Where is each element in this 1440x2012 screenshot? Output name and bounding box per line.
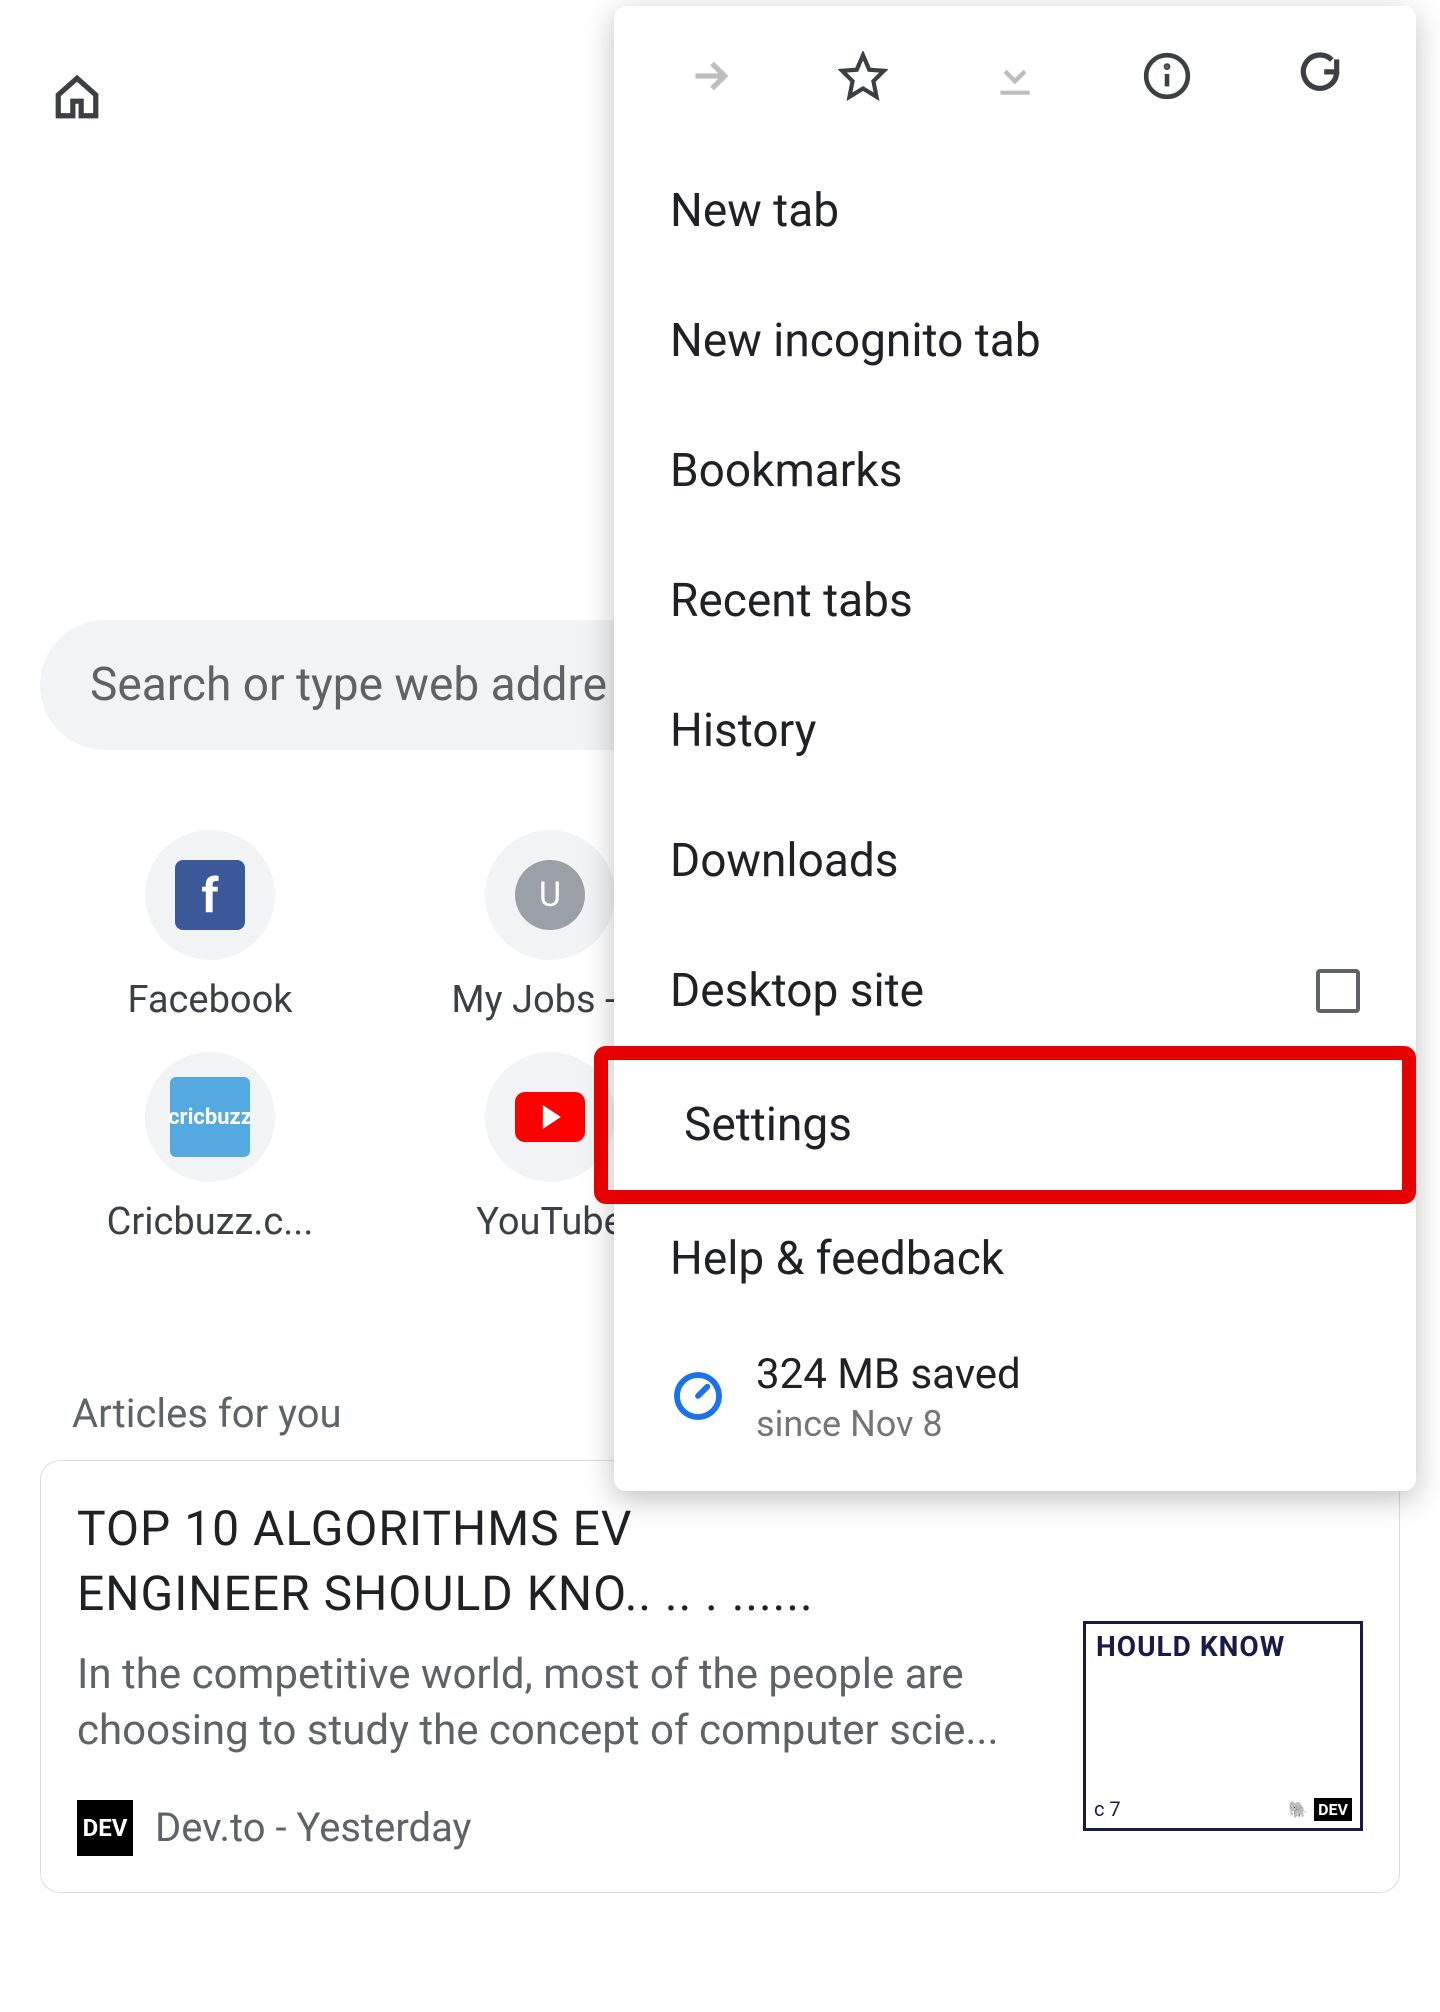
data-saver-icon xyxy=(670,1368,726,1428)
article-thumbnail: HOULD KNOW c 7 🐘 DEV xyxy=(1083,1621,1363,1831)
download-icon xyxy=(990,51,1040,101)
shortcut-label: Cricbuzz.c... xyxy=(107,1200,314,1244)
shortcut-label: Facebook xyxy=(127,978,292,1022)
cricbuzz-icon: cricbuzz xyxy=(145,1052,275,1182)
article-description: In the competitive world, most of the pe… xyxy=(77,1647,1017,1760)
forward-icon xyxy=(685,51,735,101)
data-saved-row[interactable]: 324 MB saved since Nov 8 xyxy=(614,1324,1416,1471)
desktop-site-checkbox[interactable] xyxy=(1316,969,1360,1013)
shortcut-label: YouTube xyxy=(476,1200,624,1244)
thumb-text: HOULD KNOW xyxy=(1096,1630,1285,1663)
articles-heading: Articles for you xyxy=(72,1390,342,1437)
download-button[interactable] xyxy=(985,46,1045,106)
dev-badge-icon: DEV xyxy=(77,1800,133,1856)
article-card[interactable]: TOP 10 ALGORITHMS EVENGINEER SHOULD KNO.… xyxy=(40,1460,1400,1893)
menu-item-history[interactable]: History xyxy=(614,666,1416,796)
menu-item-recent-tabs[interactable]: Recent tabs xyxy=(614,536,1416,666)
forward-button[interactable] xyxy=(680,46,740,106)
menu-item-label: New tab xyxy=(670,184,839,238)
menu-item-desktop-site[interactable]: Desktop site xyxy=(614,926,1416,1056)
star-icon xyxy=(838,51,888,101)
menu-item-label: Settings xyxy=(684,1098,852,1152)
overflow-menu: New tab New incognito tab Bookmarks Rece… xyxy=(614,6,1416,1491)
home-button[interactable] xyxy=(42,62,112,132)
refresh-icon xyxy=(1295,51,1345,101)
menu-item-label: Desktop site xyxy=(670,964,924,1018)
menu-item-downloads[interactable]: Downloads xyxy=(614,796,1416,926)
menu-item-label: Downloads xyxy=(670,834,899,888)
thumb-footer-left: c 7 xyxy=(1094,1797,1121,1821)
letter-u-icon: U xyxy=(485,830,615,960)
menu-item-label: History xyxy=(670,704,816,758)
article-source: Dev.to - Yesterday xyxy=(155,1804,471,1851)
menu-item-label: New incognito tab xyxy=(670,314,1041,368)
facebook-icon: f xyxy=(145,830,275,960)
refresh-button[interactable] xyxy=(1290,46,1350,106)
data-saved-sub: since Nov 8 xyxy=(756,1403,1021,1445)
shortcut-facebook[interactable]: f Facebook xyxy=(40,830,380,1022)
menu-item-label: Bookmarks xyxy=(670,444,902,498)
menu-list: New tab New incognito tab Bookmarks Rece… xyxy=(614,146,1416,1471)
info-icon xyxy=(1142,51,1192,101)
page-info-button[interactable] xyxy=(1137,46,1197,106)
home-icon xyxy=(52,72,102,122)
thumb-dev-icon: DEV xyxy=(1314,1798,1352,1821)
menu-item-settings[interactable]: Settings xyxy=(594,1046,1416,1204)
menu-item-new-incognito[interactable]: New incognito tab xyxy=(614,276,1416,406)
bookmark-star-button[interactable] xyxy=(833,46,893,106)
data-saved-main: 324 MB saved xyxy=(756,1350,1021,1399)
menu-item-label: Help & feedback xyxy=(670,1232,1004,1286)
article-title: TOP 10 ALGORITHMS EVENGINEER SHOULD KNO.… xyxy=(77,1497,1363,1627)
menu-item-new-tab[interactable]: New tab xyxy=(614,146,1416,276)
menu-item-label: Recent tabs xyxy=(670,574,913,628)
menu-item-bookmarks[interactable]: Bookmarks xyxy=(614,406,1416,536)
menu-icon-row xyxy=(614,6,1416,146)
search-placeholder: Search or type web addre xyxy=(90,658,607,712)
shortcut-cricbuzz[interactable]: cricbuzz Cricbuzz.c... xyxy=(40,1052,380,1244)
menu-item-help-feedback[interactable]: Help & feedback xyxy=(614,1194,1416,1324)
